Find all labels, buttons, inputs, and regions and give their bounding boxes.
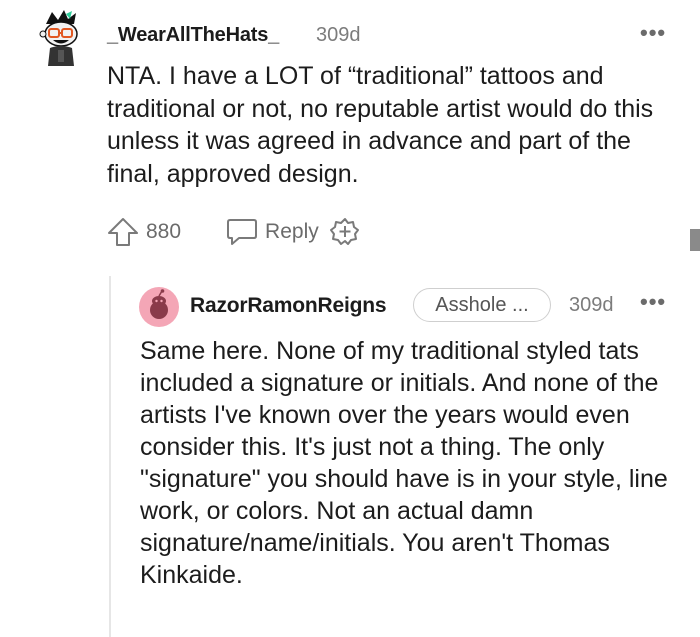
snoo-avatar-icon: [39, 10, 78, 66]
vote-score: 880: [146, 220, 182, 243]
reply-username[interactable]: RazorRamonReigns: [190, 294, 387, 318]
thread-line[interactable]: [109, 276, 111, 637]
more-options-icon[interactable]: •••: [640, 20, 666, 46]
snoo-avatar-icon: [139, 287, 179, 327]
comment-timestamp: 309d: [316, 24, 361, 46]
scrollbar-thumb[interactable]: [690, 229, 700, 251]
comment-actions: 880 Reply: [106, 212, 361, 252]
reply-body: Same here. None of my traditional styled…: [140, 337, 668, 589]
reply-label: Reply: [265, 220, 319, 243]
award-button[interactable]: [329, 216, 361, 248]
comment-body: NTA. I have a LOT of “traditional” tatto…: [107, 62, 654, 188]
reply-user-avatar[interactable]: [139, 287, 179, 327]
speech-bubble-icon: [227, 219, 258, 245]
add-award-icon: [329, 218, 359, 245]
reply-button[interactable]: Reply: [225, 216, 329, 248]
comment-username[interactable]: _WearAllTheHats_: [107, 24, 279, 47]
more-options-icon[interactable]: •••: [640, 289, 666, 315]
reply-timestamp: 309d: [569, 294, 614, 316]
user-flair-badge[interactable]: Asshole ...: [413, 288, 551, 322]
upvote-arrow-icon[interactable]: [106, 215, 140, 249]
user-avatar[interactable]: [38, 10, 88, 68]
upvote-button[interactable]: 880: [106, 215, 225, 249]
